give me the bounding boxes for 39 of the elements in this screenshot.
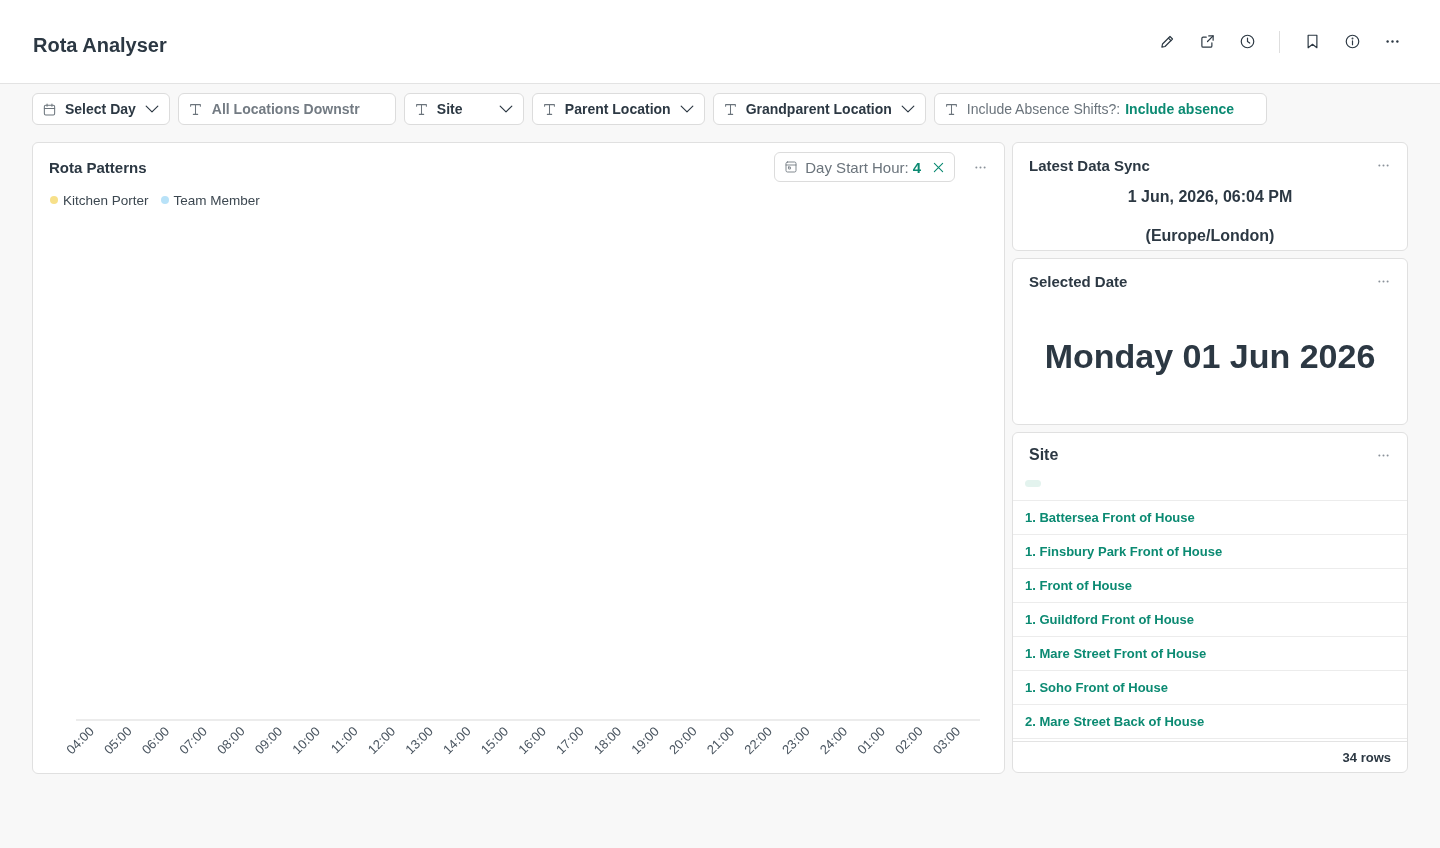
external-link-icon (1199, 34, 1215, 49)
close-icon (933, 161, 944, 173)
site-list-item[interactable]: 1. Finsbury Park Front of House (1025, 544, 1223, 559)
text-type-icon (723, 102, 737, 116)
site-list-item[interactable]: 2. Mare Street Back of House (1025, 714, 1205, 729)
site-list-item[interactable]: 1. Soho Front of House (1025, 680, 1168, 695)
sync-timezone: (Europe/London) (1145, 226, 1275, 246)
site-list-item[interactable]: 1. Battersea Front of House (1025, 510, 1195, 525)
info-icon (1344, 34, 1360, 49)
site-list-item[interactable]: 1. Front of House (1025, 578, 1132, 593)
row-count: 34 rows (1342, 749, 1391, 765)
legend-label: Team Member (173, 192, 260, 208)
clock-icon (1239, 34, 1255, 49)
card-title: Selected Date (1029, 272, 1128, 290)
calendar-icon (43, 102, 56, 116)
calendar-icon (785, 161, 798, 173)
site-list-item[interactable]: 1. Mare Street Front of House (1025, 646, 1207, 661)
selected-date-value: Monday 01 Jun 2026 (1044, 337, 1376, 376)
sync-time: 1 Jun, 2026, 06:04 PM (1127, 187, 1293, 207)
text-filter-field[interactable]: All Locations Downstr (177, 93, 396, 125)
text-type-icon (944, 102, 958, 116)
pencil-icon (1159, 34, 1175, 49)
card-title: Latest Data Sync (1029, 156, 1150, 174)
pill-icon (1025, 480, 1041, 487)
card-title: Rota Patterns (49, 158, 147, 176)
bookmark-icon (1304, 34, 1320, 49)
legend-label: Kitchen Porter (63, 192, 149, 208)
text-type-icon (542, 102, 556, 116)
card-title: Site (1029, 446, 1059, 464)
filter-dropdown[interactable]: Grandparent Location (712, 93, 926, 125)
text-type-icon (414, 102, 428, 116)
filter-dropdown[interactable]: Parent Location (531, 93, 705, 125)
parameter-chip[interactable]: Day Start Hour: 4 (774, 152, 955, 182)
filter-dropdown[interactable]: Site (403, 93, 524, 125)
page-title: Rota Analyser (33, 34, 167, 57)
text-type-icon (188, 102, 202, 116)
date-dropdown[interactable]: Select Day (32, 93, 170, 125)
site-list-item[interactable]: 1. Guildford Front of House (1025, 612, 1194, 627)
filter-chip[interactable]: Include Absence Shifts?: Include absence (933, 93, 1268, 125)
